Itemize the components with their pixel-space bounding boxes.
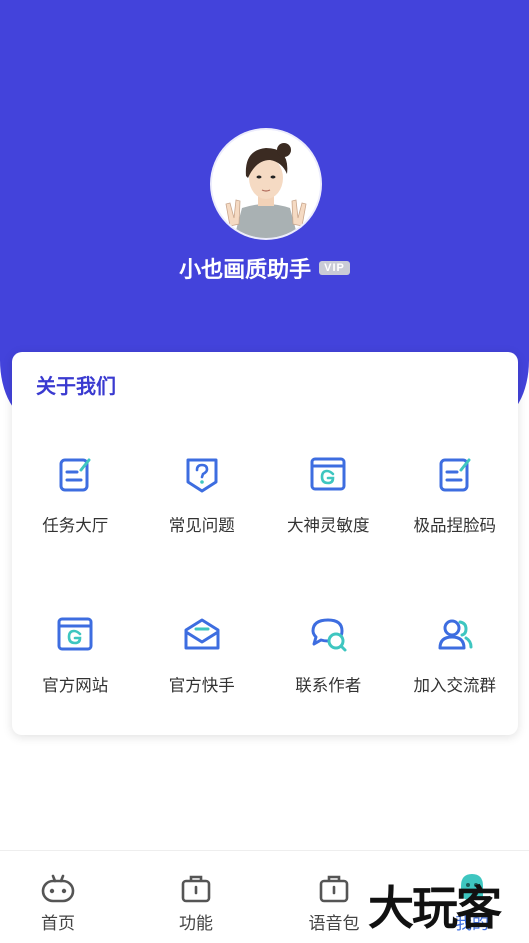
about-us-card: 关于我们 任务大厅 常见问题 大神灵敏度 极品捏脸码 官方网站 官方快手 联系作… <box>12 352 518 735</box>
menu-item-join-group[interactable]: 加入交流群 <box>392 582 519 722</box>
menu-item-label: 加入交流群 <box>413 676 497 695</box>
nav-label: 语音包 <box>308 914 360 934</box>
g-window-icon <box>53 612 97 656</box>
card-title: 关于我们 <box>36 374 116 398</box>
nav-item-voice-pack[interactable]: 语音包 <box>289 873 379 934</box>
menu-item-label: 官方网站 <box>42 676 109 695</box>
nav-label: 功能 <box>179 914 213 934</box>
g-window-icon <box>306 452 350 496</box>
nav-item-home[interactable]: 首页 <box>13 873 103 934</box>
nav-item-features[interactable]: 功能 <box>151 873 241 934</box>
menu-item-faq[interactable]: 常见问题 <box>139 422 266 582</box>
menu-item-label: 大神灵敏度 <box>287 516 370 535</box>
menu-item-label: 任务大厅 <box>42 516 109 535</box>
menu-item-label: 联系作者 <box>295 676 362 695</box>
task-edit-icon <box>53 452 97 496</box>
menu-item-face-code[interactable]: 极品捏脸码 <box>392 422 519 582</box>
briefcase-icon <box>178 873 214 907</box>
users-icon <box>433 612 477 656</box>
username: 小也画质助手 <box>179 258 312 283</box>
about-us-grid: 任务大厅 常见问题 大神灵敏度 极品捏脸码 官方网站 官方快手 联系作者 加入交… <box>12 422 518 722</box>
gamepad-icon <box>40 873 76 907</box>
menu-item-label: 官方快手 <box>168 676 235 695</box>
menu-item-contact-author[interactable]: 联系作者 <box>265 582 392 722</box>
menu-item-official-site[interactable]: 官方网站 <box>12 582 139 722</box>
profile-name-row: 小也画质助手 VIP <box>0 250 529 286</box>
menu-item-sensitivity[interactable]: 大神灵敏度 <box>265 422 392 582</box>
question-shield-icon <box>180 452 224 496</box>
edit-note-icon <box>433 452 477 496</box>
menu-item-task-hall[interactable]: 任务大厅 <box>12 422 139 582</box>
menu-item-official-kuaishou[interactable]: 官方快手 <box>139 582 266 722</box>
mail-open-icon <box>180 612 224 656</box>
nav-label: 首页 <box>41 914 75 934</box>
chat-bubbles-icon <box>306 612 350 656</box>
avatar[interactable] <box>212 130 320 238</box>
watermark-logo: 大玩客 <box>368 881 502 935</box>
vip-badge: VIP <box>319 261 350 275</box>
menu-item-label: 常见问题 <box>168 516 235 535</box>
menu-item-label: 极品捏脸码 <box>413 516 497 535</box>
briefcase-icon <box>316 873 352 907</box>
